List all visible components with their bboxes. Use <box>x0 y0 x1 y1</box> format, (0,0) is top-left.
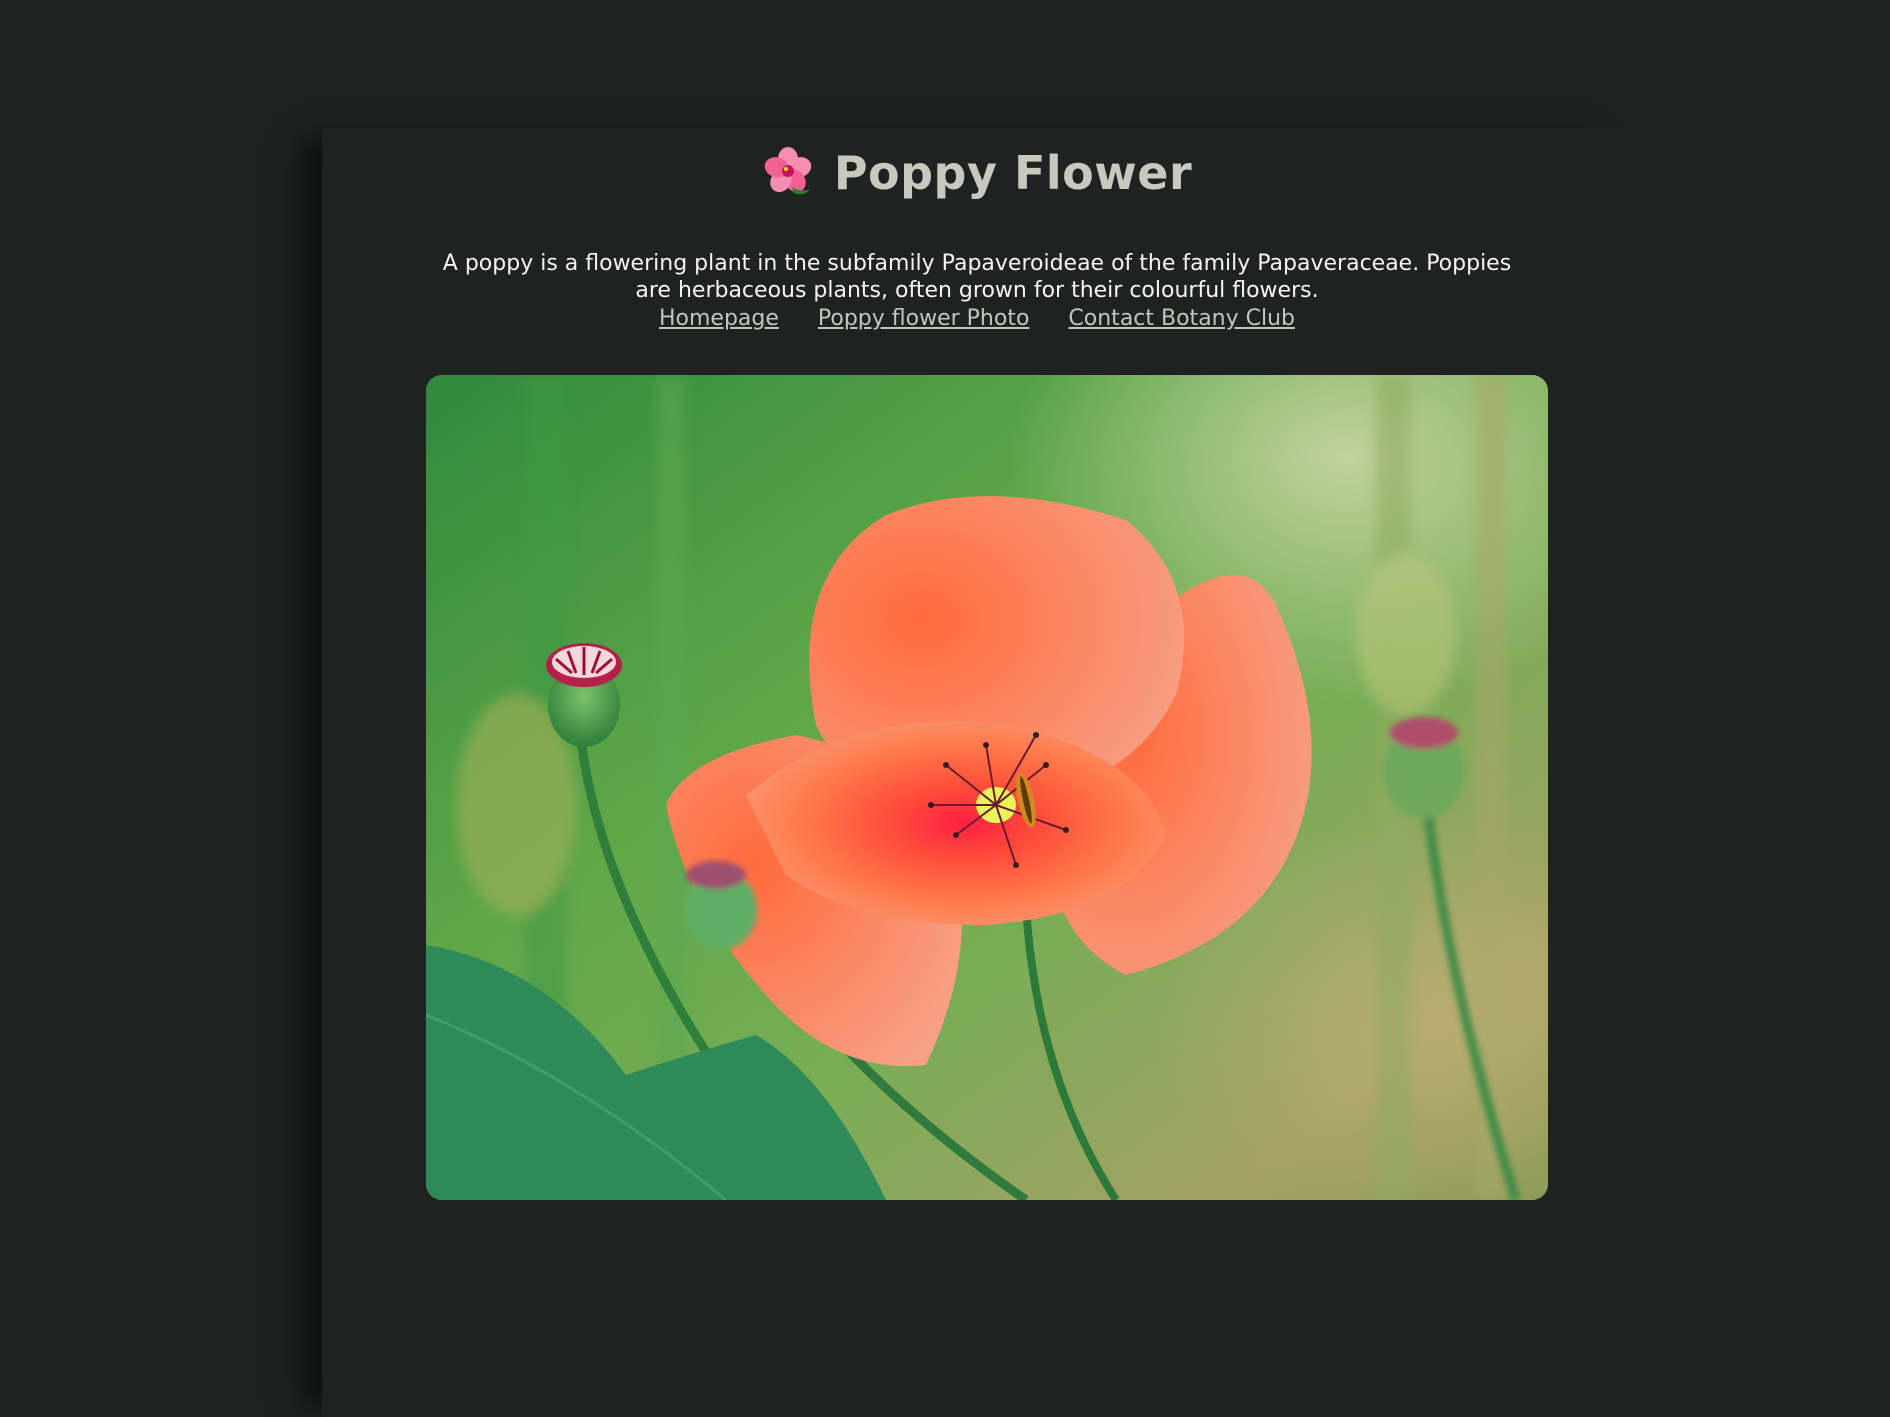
nav-link-poppy-photo[interactable]: Poppy flower Photo <box>818 306 1030 331</box>
poppy-photo <box>426 375 1548 1200</box>
nav-links: Homepage Poppy flower Photo Contact Bota… <box>322 306 1632 331</box>
page-title: Poppy Flower <box>833 146 1193 200</box>
nav-link-contact-botany-club[interactable]: Contact Botany Club <box>1068 306 1295 331</box>
nav-link-homepage[interactable]: Homepage <box>659 306 779 331</box>
page-header: Poppy Flower <box>322 146 1632 210</box>
page-card: Poppy Flower A poppy is a flowering plan… <box>322 128 1632 1417</box>
page-description: A poppy is a flowering plant in the subf… <box>442 251 1512 303</box>
hibiscus-icon <box>762 147 814 199</box>
